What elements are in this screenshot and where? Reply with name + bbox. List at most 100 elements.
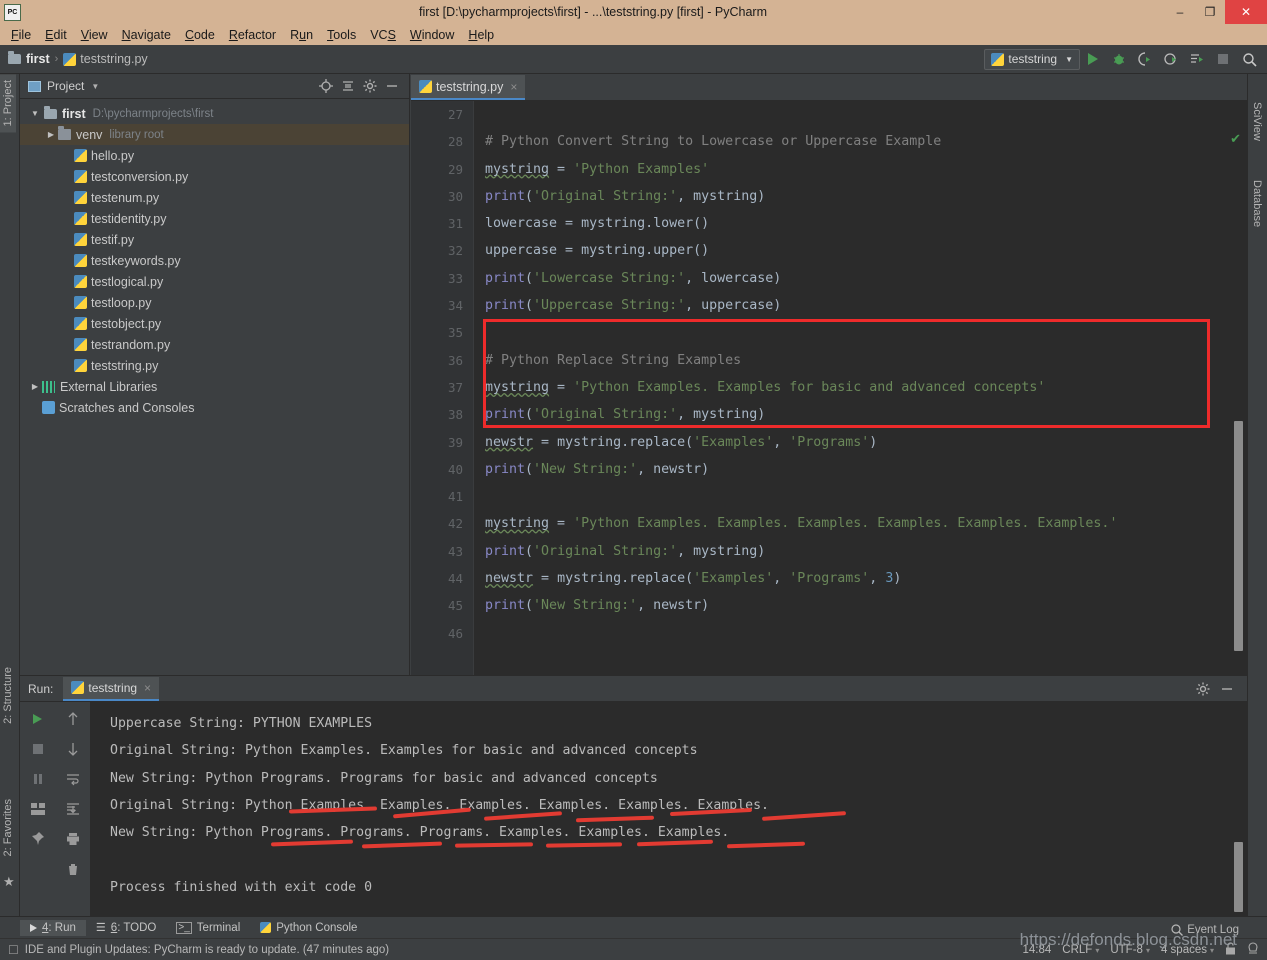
collapse-all-icon[interactable] xyxy=(337,75,359,97)
menu-help[interactable]: Help xyxy=(461,26,501,44)
rail-tab-structure[interactable]: 2: Structure xyxy=(0,661,16,730)
run-coverage-button[interactable] xyxy=(1133,47,1157,71)
menu-vcs[interactable]: VCS xyxy=(363,26,403,44)
clear-all-icon[interactable] xyxy=(62,858,84,880)
run-tab-teststring[interactable]: teststring × xyxy=(63,676,160,701)
code-line[interactable]: lowercase = mystring.lower() xyxy=(474,210,1247,237)
tool-window-terminal[interactable]: >_ Terminal xyxy=(166,920,250,936)
run-button[interactable] xyxy=(1081,47,1105,71)
tree-node[interactable]: ▶ External Libraries xyxy=(20,376,409,397)
layout-icon[interactable] xyxy=(27,798,49,820)
search-everywhere-button[interactable] xyxy=(1237,47,1261,71)
unlock-icon[interactable] xyxy=(1225,941,1236,958)
tree-node[interactable]: testidentity.py xyxy=(20,208,409,229)
pin-icon[interactable] xyxy=(27,828,49,850)
stop-icon[interactable] xyxy=(27,738,49,760)
rerun-icon[interactable] xyxy=(27,708,49,730)
chevron-down-icon[interactable]: ▼ xyxy=(91,82,99,91)
rail-tab-sciview[interactable]: SciView xyxy=(1248,96,1266,147)
code-line[interactable] xyxy=(474,101,1247,128)
menu-run[interactable]: Run xyxy=(283,26,320,44)
locate-icon[interactable] xyxy=(315,75,337,97)
code-line[interactable]: newstr = mystring.replace('Examples', 'P… xyxy=(474,565,1247,592)
close-button[interactable]: ✕ xyxy=(1225,0,1267,24)
code-line[interactable] xyxy=(474,319,1247,346)
console-output[interactable]: Uppercase String: PYTHON EXAMPLES Origina… xyxy=(90,702,1233,921)
line-separator-selector[interactable]: CRLF ▾ xyxy=(1062,944,1099,956)
tree-node[interactable]: testenum.py xyxy=(20,187,409,208)
code-line[interactable]: uppercase = mystring.upper() xyxy=(474,237,1247,264)
code-line[interactable]: print('New String:', newstr) xyxy=(474,592,1247,619)
console-scrollbar[interactable] xyxy=(1234,842,1243,912)
soft-wrap-icon[interactable] xyxy=(62,768,84,790)
code-line[interactable] xyxy=(474,620,1247,647)
menu-navigate[interactable]: Navigate xyxy=(115,26,178,44)
code-line[interactable]: mystring = 'Python Examples. Examples fo… xyxy=(474,374,1247,401)
tool-window-4-run[interactable]: 4: Run xyxy=(20,919,86,936)
code-line[interactable]: print('Uppercase String:', uppercase) xyxy=(474,292,1247,319)
hide-icon[interactable] xyxy=(1215,677,1239,701)
tree-node[interactable]: testloop.py xyxy=(20,292,409,313)
code-line[interactable]: newstr = mystring.replace('Examples', 'P… xyxy=(474,429,1247,456)
tree-node[interactable]: teststring.py xyxy=(20,355,409,376)
tree-node[interactable]: testobject.py xyxy=(20,313,409,334)
up-arrow-icon[interactable] xyxy=(62,708,84,730)
profile-button[interactable] xyxy=(1159,47,1183,71)
menu-view[interactable]: View xyxy=(74,26,115,44)
code-line[interactable]: print('New String:', newstr) xyxy=(474,456,1247,483)
tree-node[interactable]: Scratches and Consoles xyxy=(20,397,409,418)
tree-expand-arrow[interactable]: ▶ xyxy=(28,382,42,391)
breadcrumb-project[interactable]: first xyxy=(26,52,50,66)
pause-icon[interactable] xyxy=(27,768,49,790)
stop-button[interactable] xyxy=(1211,47,1235,71)
hide-icon[interactable] xyxy=(381,75,403,97)
menu-window[interactable]: Window xyxy=(403,26,461,44)
tree-node[interactable]: ▶ venv library root xyxy=(20,124,409,145)
tree-node[interactable]: testrandom.py xyxy=(20,334,409,355)
minimize-button[interactable]: – xyxy=(1165,0,1195,24)
gear-icon[interactable] xyxy=(1191,677,1215,701)
editor-scrollbar[interactable] xyxy=(1234,421,1243,651)
code-content[interactable]: # Python Convert String to Lowercase or … xyxy=(473,101,1247,675)
code-line[interactable]: # Python Convert String to Lowercase or … xyxy=(474,128,1247,155)
editor-tab-teststring[interactable]: teststring.py × xyxy=(411,75,526,100)
scroll-to-end-icon[interactable] xyxy=(62,798,84,820)
rail-tab-database[interactable]: Database xyxy=(1248,174,1266,233)
code-editor[interactable]: 27 28 29 30 31 32 33 34 35 36 37 38 39 40 41 42 43 44 45 46… xyxy=(411,101,1247,675)
indent-selector[interactable]: 4 spaces ▾ xyxy=(1161,944,1214,956)
tree-expand-arrow[interactable]: ▼ xyxy=(28,109,42,118)
debug-button[interactable] xyxy=(1107,47,1131,71)
tool-window-python-console[interactable]: Python Console xyxy=(250,920,367,936)
tree-node[interactable]: testkeywords.py xyxy=(20,250,409,271)
menu-code[interactable]: Code xyxy=(178,26,222,44)
menu-tools[interactable]: Tools xyxy=(320,26,363,44)
menu-file[interactable]: File xyxy=(4,26,38,44)
print-icon[interactable] xyxy=(62,828,84,850)
rail-tab-favorites[interactable]: 2: Favorites xyxy=(0,793,16,862)
code-line[interactable]: # Python Replace String Examples xyxy=(474,347,1247,374)
code-line[interactable] xyxy=(474,483,1247,510)
close-icon[interactable]: × xyxy=(510,80,517,94)
inspection-icon[interactable] xyxy=(1247,941,1259,958)
maximize-button[interactable]: ❐ xyxy=(1195,0,1225,24)
code-line[interactable]: print('Original String:', mystring) xyxy=(474,183,1247,210)
menu-edit[interactable]: Edit xyxy=(38,26,74,44)
tool-window-6-todo[interactable]: ☰ 6: TODO xyxy=(86,919,166,936)
run-with-console-button[interactable] xyxy=(1185,47,1209,71)
down-arrow-icon[interactable] xyxy=(62,738,84,760)
tree-node[interactable]: testlogical.py xyxy=(20,271,409,292)
code-line[interactable]: mystring = 'Python Examples. Examples. E… xyxy=(474,510,1247,537)
code-line[interactable]: print('Original String:', mystring) xyxy=(474,401,1247,428)
tree-node[interactable]: ▼ first D:\pycharmprojects\first xyxy=(20,103,409,124)
tree-expand-arrow[interactable]: ▶ xyxy=(44,130,58,139)
gear-icon[interactable] xyxy=(359,75,381,97)
tree-node[interactable]: testif.py xyxy=(20,229,409,250)
tree-node[interactable]: hello.py xyxy=(20,145,409,166)
close-icon[interactable]: × xyxy=(144,681,151,695)
event-log-button[interactable]: Event Log xyxy=(1171,924,1239,936)
code-line[interactable]: print('Original String:', mystring) xyxy=(474,538,1247,565)
code-line[interactable]: mystring = 'Python Examples' xyxy=(474,156,1247,183)
encoding-selector[interactable]: UTF-8 ▾ xyxy=(1110,944,1150,956)
rail-tab-project[interactable]: 1: Project xyxy=(0,74,16,133)
run-configuration-selector[interactable]: teststring ▼ xyxy=(984,48,1080,70)
